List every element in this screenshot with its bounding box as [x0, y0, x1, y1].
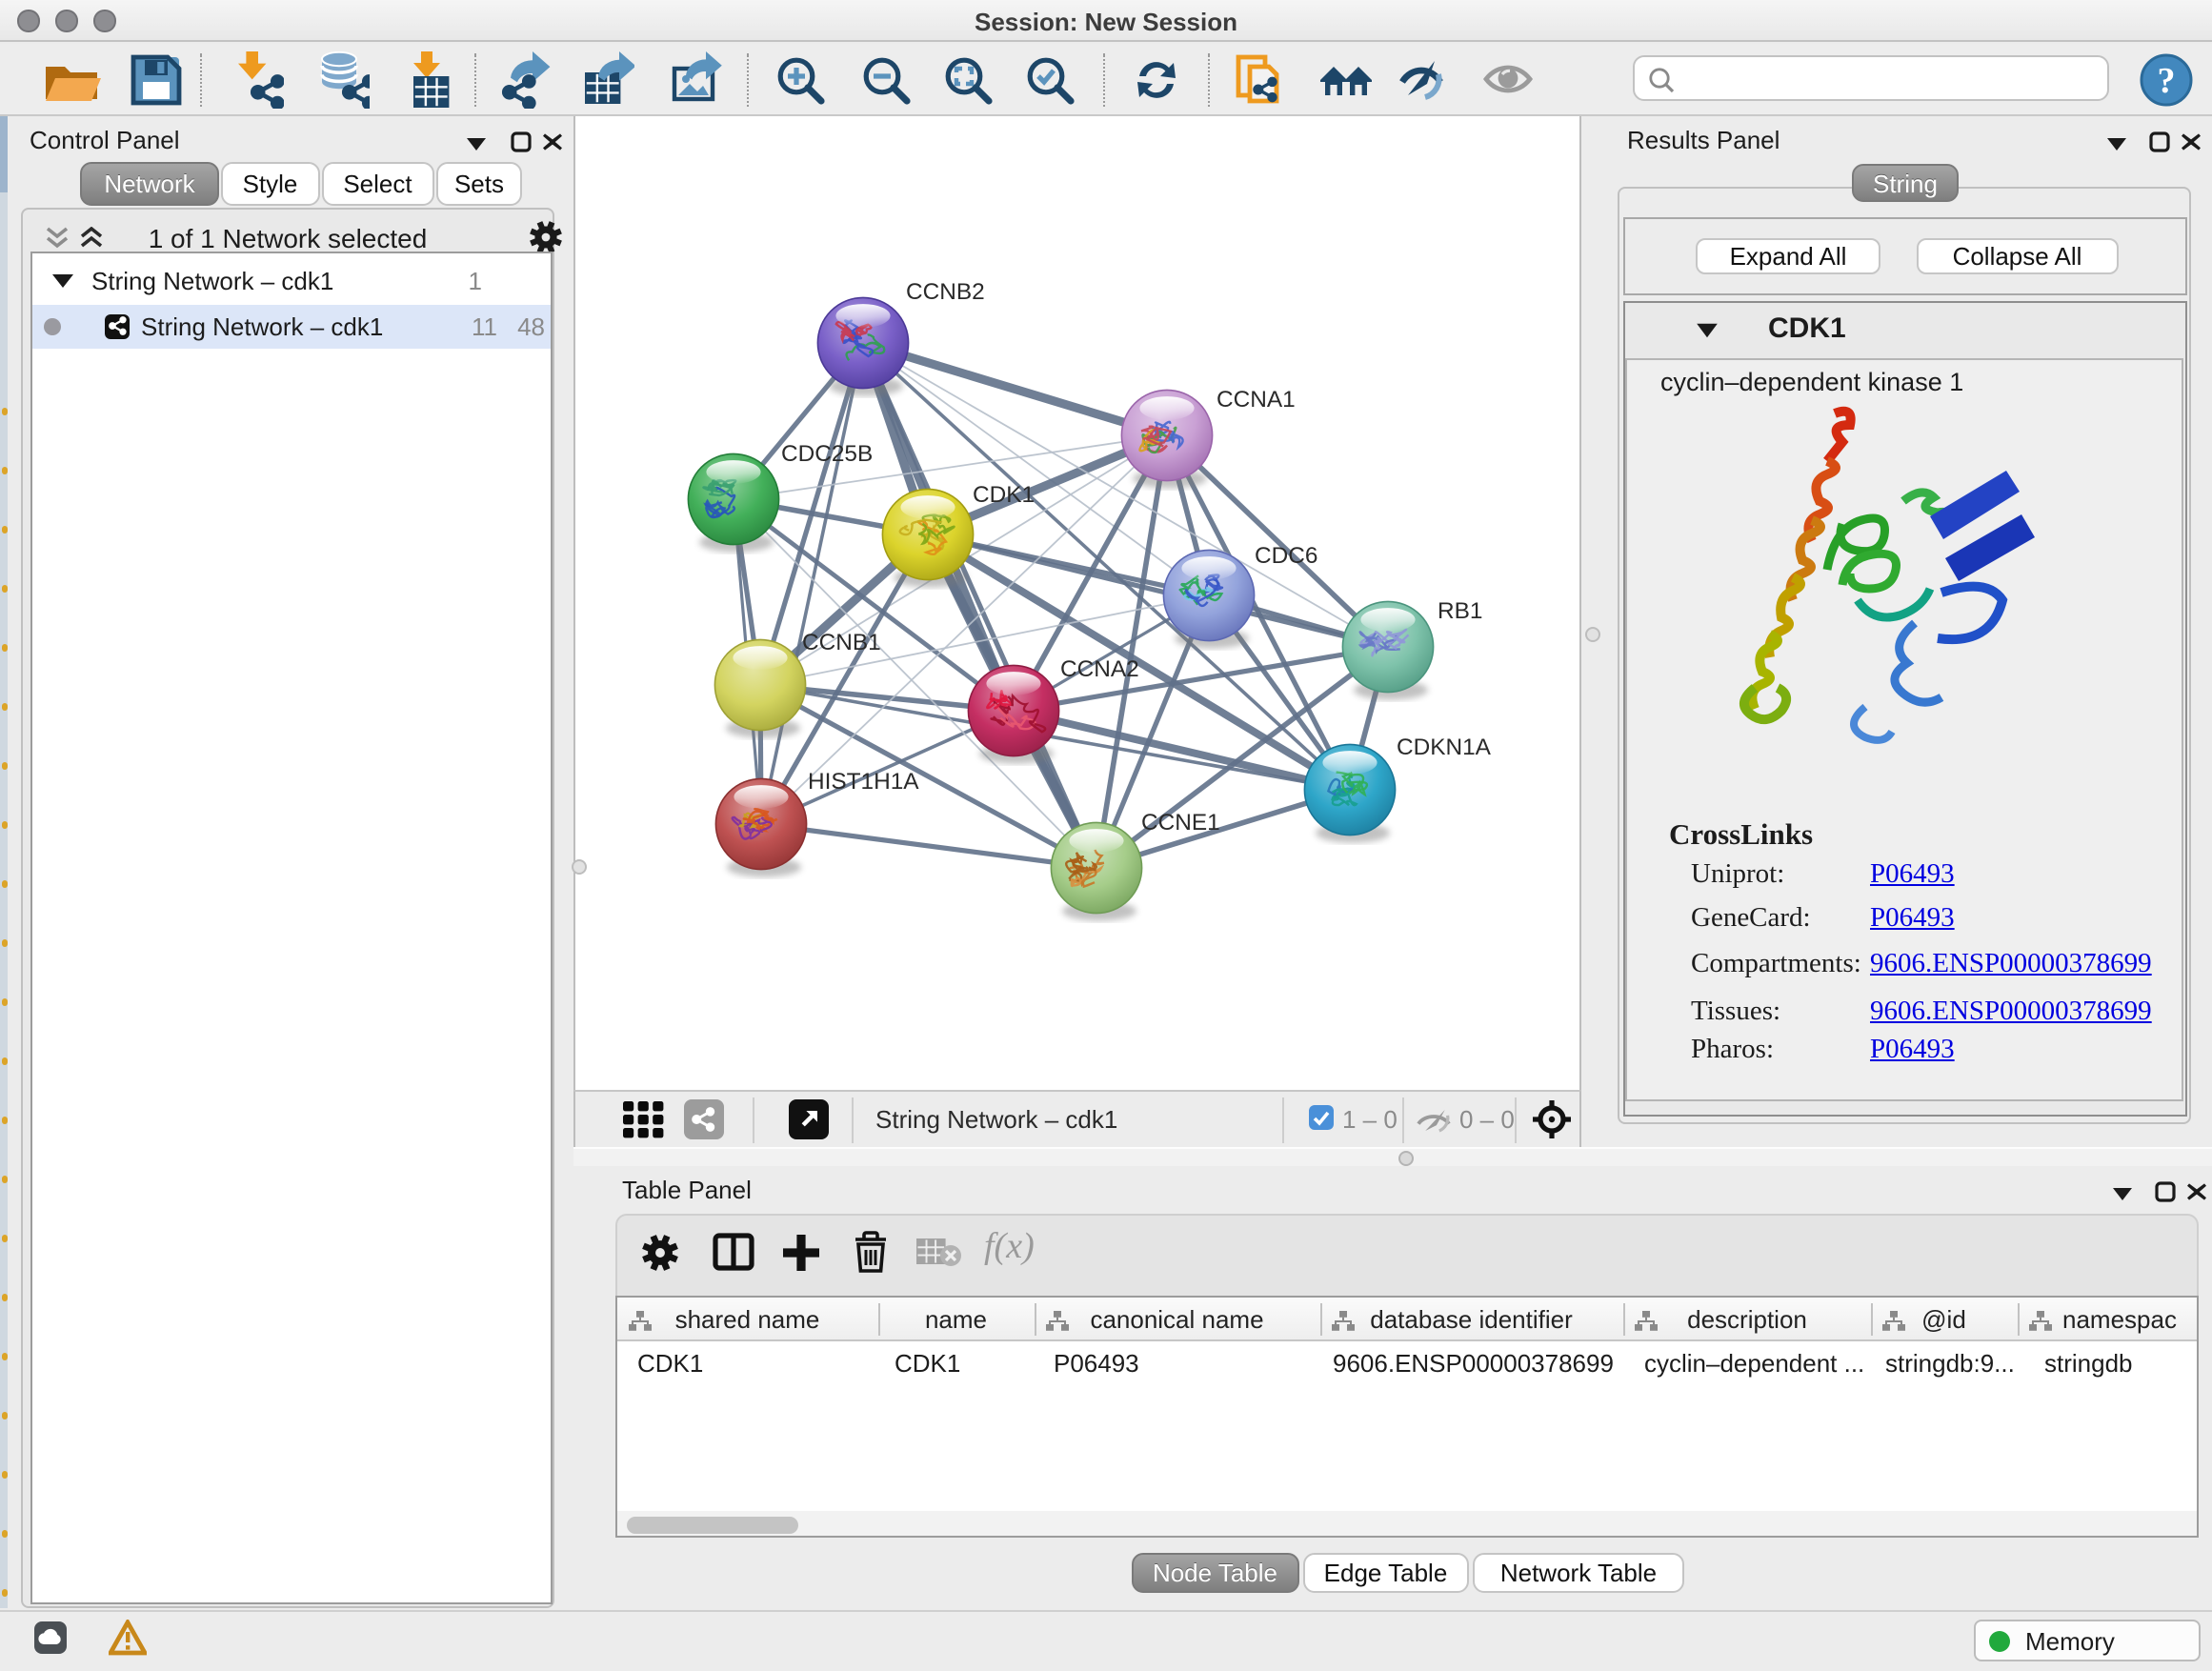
svg-text:CDKN1A: CDKN1A — [1396, 735, 1491, 760]
svg-text:CDC6: CDC6 — [1254, 543, 1317, 569]
svg-text:RB1: RB1 — [1437, 598, 1481, 624]
svg-text:CCNB2: CCNB2 — [905, 279, 984, 305]
svg-text:CCNE1: CCNE1 — [1140, 810, 1219, 836]
svg-text:?: ? — [2158, 60, 2176, 100]
svg-text:CDC25B: CDC25B — [780, 441, 872, 467]
svg-text:CCNA2: CCNA2 — [1059, 656, 1138, 682]
svg-text:HIST1H1A: HIST1H1A — [807, 769, 918, 795]
svg-text:CCNB1: CCNB1 — [801, 630, 880, 655]
svg-text:CCNA1: CCNA1 — [1216, 387, 1295, 413]
svg-text:CDK1: CDK1 — [972, 482, 1034, 508]
